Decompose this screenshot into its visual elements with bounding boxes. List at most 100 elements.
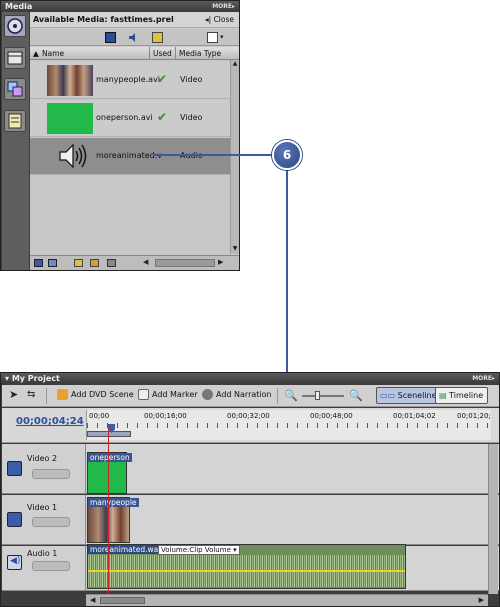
project-panel: ▾ My Project MORE▸ ➤ ⇆ Add DVD Scene Add… <box>0 372 500 607</box>
ruler-ticks <box>87 423 491 428</box>
project-panel-titlebar: ▾ My Project MORE▸ <box>1 373 499 384</box>
clip-moreanimated[interactable]: moreanimated.wav Volume:Clip Volume ▾ <box>87 544 406 589</box>
track-label: Video 2 <box>27 454 58 463</box>
collapse-icon[interactable]: ▾ <box>5 374 9 383</box>
check-icon: ✔ <box>157 110 168 124</box>
zoom-in-icon[interactable]: 🔍 <box>349 389 363 402</box>
timeline-icon: ▤ <box>439 391 447 400</box>
more-button[interactable]: MORE▸ <box>472 373 495 384</box>
more-button[interactable]: MORE▸ <box>212 1 235 12</box>
show-images-icon[interactable] <box>152 32 163 43</box>
media-panel: Media MORE▸ Available Media: fasttimes.p… <box>0 0 240 271</box>
work-area-bar[interactable] <box>87 431 131 437</box>
project-toolbar: ➤ ⇆ Add DVD Scene Add Marker Add Narrati… <box>2 385 499 407</box>
scroll-right-icon[interactable]: ▶ <box>479 596 484 604</box>
media-item-moreanimated[interactable]: moreanimated.v Audio <box>30 138 230 175</box>
video-effects-icon[interactable] <box>4 47 26 69</box>
trash-icon[interactable] <box>107 259 116 267</box>
thumbnail-oneperson <box>47 103 93 134</box>
media-tools-column <box>2 12 29 270</box>
clip-label: moreanimated.wav <box>88 545 165 554</box>
available-media-bar: Available Media: fasttimes.prel ◂| Close <box>30 12 239 28</box>
media-item-oneperson[interactable]: oneperson.avi ✔ Video <box>30 100 230 137</box>
media-item-name: oneperson.avi <box>96 113 153 122</box>
clip-oneperson[interactable]: oneperson <box>87 452 132 494</box>
ruler-tick-label: 00;00;48;00 <box>310 412 353 420</box>
show-audio-icon[interactable] <box>128 32 139 43</box>
project-media-icon[interactable] <box>4 15 26 37</box>
available-media-label: Available Media: fasttimes.prel <box>33 15 174 24</box>
scroll-up-icon[interactable]: ▲ <box>231 60 239 69</box>
media-content: Available Media: fasttimes.prel ◂| Close… <box>30 12 239 270</box>
time-ruler[interactable]: 00;00 00;00;16;00 00;00;32;00 00;00;48;0… <box>86 410 491 440</box>
media-panel-titlebar: Media MORE▸ <box>1 1 239 12</box>
dvd-icon <box>57 389 68 400</box>
callout-badge: 6 <box>272 140 302 170</box>
zoom-slider-handle[interactable] <box>315 391 320 400</box>
tab-timeline[interactable]: ▤ Timeline <box>435 387 489 404</box>
close-button[interactable]: ◂| Close <box>205 15 234 24</box>
add-dvd-scene-button[interactable]: Add DVD Scene <box>57 389 134 400</box>
track-controls[interactable] <box>32 561 70 571</box>
add-narration-button[interactable]: Add Narration <box>202 389 272 400</box>
media-column-header: ▲ Name Used Media Type <box>30 47 239 60</box>
track-controls[interactable] <box>32 517 70 527</box>
playhead-line[interactable] <box>108 428 109 606</box>
track-header: ◀) Audio 1 <box>2 546 86 590</box>
ruler-tick-label: 00;00;16;00 <box>144 412 187 420</box>
clip-label: manypeople <box>88 498 139 507</box>
clip-volume-dropdown[interactable]: Volume:Clip Volume ▾ <box>158 545 240 555</box>
time-ruler-bar: 00;00;04;24 00;00 00;00;16;00 00;00;32;0… <box>2 408 499 443</box>
icon-view-icon[interactable] <box>48 259 57 267</box>
audio-track-icon[interactable]: ◀) <box>7 555 22 570</box>
show-video-icon[interactable] <box>105 32 116 43</box>
time-stretch-icon[interactable]: ⇆ <box>27 389 35 400</box>
scroll-left-icon[interactable]: ◀ <box>90 596 95 604</box>
speaker-icon <box>58 142 88 172</box>
media-scrollbar[interactable]: ▲ ▼ <box>230 60 239 254</box>
list-view-icon[interactable] <box>34 259 43 267</box>
current-timecode[interactable]: 00;00;04;24 <box>16 416 84 427</box>
timeline-horizontal-scrollbar[interactable]: ◀ ▶ <box>86 594 488 606</box>
new-folder-icon[interactable] <box>74 259 83 267</box>
scroll-left-icon[interactable]: ◀ <box>143 258 148 266</box>
zoom-slider[interactable] <box>302 395 344 397</box>
volume-line[interactable] <box>88 570 405 572</box>
media-item-manypeople[interactable]: manypeople.avi ✔ Video <box>30 62 230 99</box>
track-video-1: Video 1 manypeople <box>2 495 499 545</box>
ruler-tick-label: 00;01;20; <box>457 412 491 420</box>
tab-sceneline[interactable]: ▭▭ Sceneline <box>376 387 442 404</box>
track-audio-1: ◀) Audio 1 moreanimated.wav Volume:Clip … <box>2 544 499 591</box>
track-header: Video 2 <box>2 444 86 493</box>
scroll-thumb[interactable] <box>100 597 145 604</box>
new-item-icon[interactable] <box>207 32 218 43</box>
col-media-type[interactable]: Media Type <box>179 49 221 58</box>
scroll-down-icon[interactable]: ▼ <box>231 245 239 254</box>
selection-tool-icon[interactable]: ➤ <box>9 388 18 401</box>
add-marker-button[interactable]: Add Marker <box>138 389 198 400</box>
timeline-vertical-scrollbar[interactable] <box>488 444 498 594</box>
col-name[interactable]: Name <box>42 49 64 58</box>
check-icon: ✔ <box>157 72 168 86</box>
sceneline-icon: ▭▭ <box>380 391 396 400</box>
titles-icon[interactable] <box>4 110 26 132</box>
scroll-right-icon[interactable]: ▶ <box>218 258 223 266</box>
transitions-icon[interactable] <box>4 78 26 100</box>
marker-icon <box>138 389 149 400</box>
clip-label: oneperson <box>88 453 132 462</box>
video-track-icon[interactable] <box>7 512 22 527</box>
media-panel-title: Media <box>5 2 33 11</box>
col-used[interactable]: Used <box>153 49 172 58</box>
horizontal-scrollbar[interactable] <box>155 259 215 267</box>
zoom-out-icon[interactable]: 🔍 <box>284 389 298 402</box>
media-item-type: Video <box>180 75 203 84</box>
media-bottom-bar: ◀ ▶ <box>30 255 239 270</box>
sort-arrow-icon[interactable]: ▲ <box>33 49 39 58</box>
folder-icon[interactable] <box>90 259 99 267</box>
ruler-tick-label: 00;00;32;00 <box>227 412 270 420</box>
video-track-icon[interactable] <box>7 461 22 476</box>
track-controls[interactable] <box>32 469 70 479</box>
chevron-down-icon[interactable]: ▾ <box>220 33 224 41</box>
track-video-2: Video 2 oneperson <box>2 444 499 494</box>
track-header: Video 1 <box>2 495 86 544</box>
